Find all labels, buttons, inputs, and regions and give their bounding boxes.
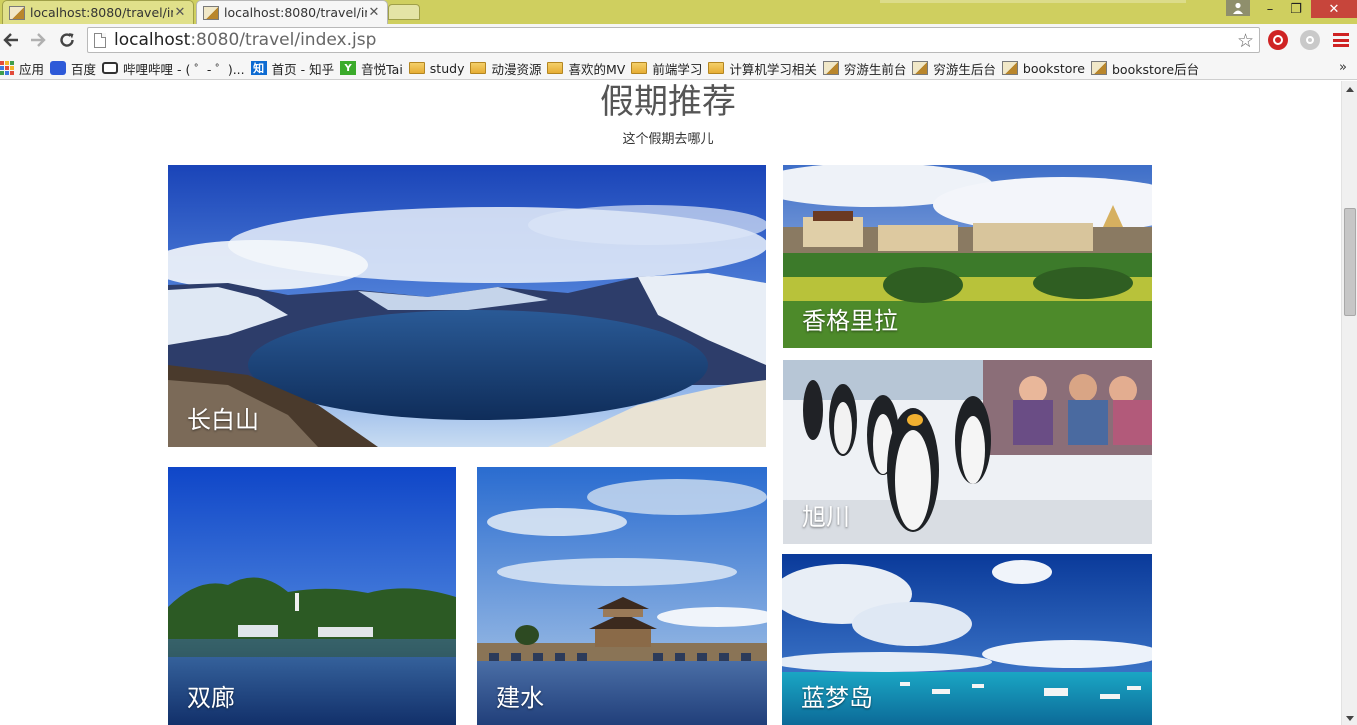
maximize-button[interactable]: ❐: [1283, 0, 1309, 18]
folder-icon: [708, 62, 725, 74]
scrollbar-thumb[interactable]: [1344, 208, 1356, 316]
tab-strip-highlight: [880, 0, 1186, 3]
folder-icon: [408, 62, 425, 74]
scroll-up-arrow-icon[interactable]: [1346, 87, 1354, 92]
destination-card-shangrila[interactable]: 香格里拉: [783, 165, 1152, 348]
back-arrow-icon[interactable]: [0, 29, 22, 51]
bookmark-qiongyou-front[interactable]: 穷游生前台: [822, 58, 913, 78]
bookmark-folder-cs[interactable]: 计算机学习相关: [708, 58, 823, 78]
minimize-button[interactable]: –: [1257, 0, 1283, 18]
section-title: 假期推荐: [600, 82, 736, 122]
forward-arrow-icon[interactable]: [27, 29, 49, 51]
scroll-down-arrow-icon[interactable]: [1346, 716, 1354, 721]
folder-icon: [470, 62, 487, 74]
page-icon: [94, 32, 106, 48]
tab-close-icon[interactable]: ✕: [173, 5, 187, 20]
section-subtitle: 这个假期去哪儿: [622, 132, 714, 147]
folder-icon: [547, 62, 564, 74]
bookmark-folder-mv[interactable]: 喜欢的MV: [547, 58, 631, 78]
zhihu-icon: 知: [250, 61, 267, 75]
profile-avatar-icon[interactable]: [1226, 0, 1250, 16]
page-favicon-icon: [203, 5, 219, 20]
tab-title: localhost:8080/travel/in: [224, 5, 367, 20]
tab-strip: localhost:8080/travel/in ✕ localhost:808…: [0, 0, 1357, 24]
address-bar[interactable]: localhost:8080/travel/index.jsp ☆: [87, 27, 1260, 53]
close-window-button[interactable]: ✕: [1311, 0, 1357, 18]
destination-card-asahikawa[interactable]: 旭川: [783, 360, 1152, 544]
page-icon: [912, 61, 929, 75]
page-favicon-icon: [9, 5, 25, 20]
page-viewport: 假期推荐 这个假期去哪儿 长白山 香格里拉 旭川 双廊 建水 蓝梦岛: [0, 81, 1341, 725]
destination-card-shuanglang[interactable]: 双廊: [168, 467, 456, 725]
new-tab-button[interactable]: [388, 4, 420, 20]
destination-label: 蓝梦岛: [801, 684, 873, 712]
destination-card-lembongan[interactable]: 蓝梦岛: [782, 554, 1152, 725]
destination-label: 双廊: [187, 684, 235, 712]
bookmark-star-icon[interactable]: ☆: [1237, 30, 1254, 52]
bookmark-folder-study[interactable]: study: [408, 58, 471, 78]
bookmark-bookstore[interactable]: bookstore: [1001, 58, 1091, 78]
bookmark-qiongyou-back[interactable]: 穷游生后台: [912, 58, 1002, 78]
yinyuetai-icon: Y: [340, 61, 357, 75]
bookmark-bookstore-admin[interactable]: bookstore后台: [1090, 58, 1205, 78]
bookmarks-overflow-icon[interactable]: »: [1339, 60, 1347, 75]
bookmark-bilibili[interactable]: 哔哩哔哩 - ( ゜- ゜)...: [102, 58, 251, 78]
bookmark-baidu[interactable]: 百度: [50, 58, 102, 78]
bookmark-yinyuetai[interactable]: Y 音悦Tai: [340, 58, 409, 78]
folder-icon: [631, 62, 648, 74]
bookmark-folder-anime[interactable]: 动漫资源: [470, 58, 547, 78]
chrome-menu-icon[interactable]: [1333, 33, 1349, 47]
extension-icon[interactable]: [1300, 30, 1320, 50]
bookmark-zhihu[interactable]: 知 首页 - 知乎: [250, 58, 340, 78]
vertical-scrollbar[interactable]: [1341, 81, 1357, 725]
destination-label: 香格里拉: [802, 307, 898, 335]
tab-title: localhost:8080/travel/in: [30, 5, 173, 20]
bookmark-apps[interactable]: 应用: [0, 58, 50, 78]
page-icon: [1090, 61, 1107, 75]
browser-toolbar: localhost:8080/travel/index.jsp ☆: [0, 24, 1357, 57]
destination-card-changbaishan[interactable]: 长白山: [168, 165, 766, 447]
apps-icon: [0, 61, 14, 75]
bookmark-folder-frontend[interactable]: 前端学习: [631, 58, 708, 78]
reload-icon[interactable]: [56, 29, 78, 51]
adblock-extension-icon[interactable]: [1268, 30, 1288, 50]
browser-tab-1[interactable]: localhost:8080/travel/in ✕: [2, 0, 194, 24]
destination-label: 旭川: [802, 503, 850, 531]
page-icon: [1001, 61, 1018, 75]
browser-tab-2[interactable]: localhost:8080/travel/in ✕: [196, 0, 388, 24]
tab-close-icon[interactable]: ✕: [367, 5, 381, 20]
destination-label: 建水: [496, 684, 544, 712]
destination-label: 长白山: [187, 406, 259, 434]
destination-card-jianshui[interactable]: 建水: [477, 467, 767, 725]
bookmarks-bar: 应用 百度 哔哩哔哩 - ( ゜- ゜)... 知 首页 - 知乎 Y 音悦Ta…: [0, 57, 1357, 80]
baidu-icon: [50, 61, 67, 75]
bilibili-icon: [102, 62, 119, 74]
url-text: localhost:8080/travel/index.jsp: [114, 30, 377, 50]
page-icon: [822, 61, 839, 75]
